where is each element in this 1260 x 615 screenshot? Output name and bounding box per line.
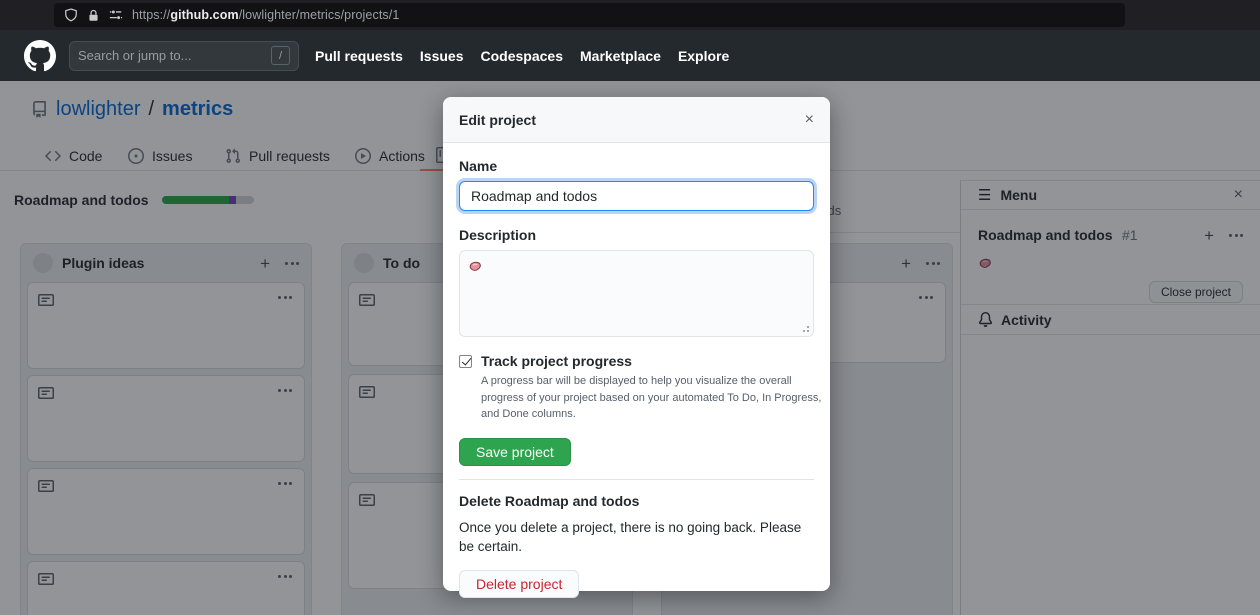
description-label: Description — [459, 227, 814, 243]
track-progress-checkbox[interactable] — [459, 355, 472, 368]
dialog-close-icon[interactable]: × — [805, 112, 814, 128]
dialog-title: Edit project — [459, 112, 805, 128]
delete-warning-text: Once you delete a project, there is no g… — [459, 518, 814, 557]
project-name-input[interactable] — [459, 181, 814, 211]
resize-grip-icon[interactable] — [807, 330, 809, 332]
permissions-icon[interactable] — [109, 8, 123, 22]
steak-emoji-icon — [468, 259, 483, 274]
dialog-body: Name Description Track project progress … — [443, 143, 830, 613]
slash-shortcut-key: / — [271, 46, 290, 65]
github-header: Search or jump to... / Pull requests Iss… — [0, 30, 1260, 81]
edit-project-dialog: Edit project × Name Description Track pr… — [443, 97, 830, 591]
nav-explore[interactable]: Explore — [678, 48, 729, 64]
track-progress-label: Track project progress — [481, 353, 632, 369]
browser-address-bar[interactable]: https://github.com/lowlighter/metrics/pr… — [54, 3, 1125, 27]
delete-project-button[interactable]: Delete project — [459, 570, 579, 598]
save-project-button[interactable]: Save project — [459, 438, 571, 466]
global-nav: Pull requests Issues Codespaces Marketpl… — [315, 48, 729, 64]
search-placeholder: Search or jump to... — [78, 48, 271, 63]
nav-pull-requests[interactable]: Pull requests — [315, 48, 403, 64]
nav-codespaces[interactable]: Codespaces — [481, 48, 563, 64]
url-text: https://github.com/lowlighter/metrics/pr… — [132, 8, 399, 22]
browser-chrome: https://github.com/lowlighter/metrics/pr… — [0, 0, 1260, 30]
delete-section-heading: Delete Roadmap and todos — [459, 493, 814, 509]
lock-icon[interactable] — [87, 9, 100, 22]
nav-issues[interactable]: Issues — [420, 48, 464, 64]
nav-marketplace[interactable]: Marketplace — [580, 48, 661, 64]
track-progress-note: A progress bar will be displayed to help… — [481, 373, 823, 423]
search-input[interactable]: Search or jump to... / — [69, 41, 299, 71]
name-label: Name — [459, 158, 814, 174]
shield-icon[interactable] — [64, 8, 78, 22]
github-logo-icon[interactable] — [24, 40, 56, 72]
dialog-header: Edit project × — [443, 97, 830, 143]
description-textarea[interactable] — [459, 250, 814, 337]
divider — [459, 479, 814, 480]
